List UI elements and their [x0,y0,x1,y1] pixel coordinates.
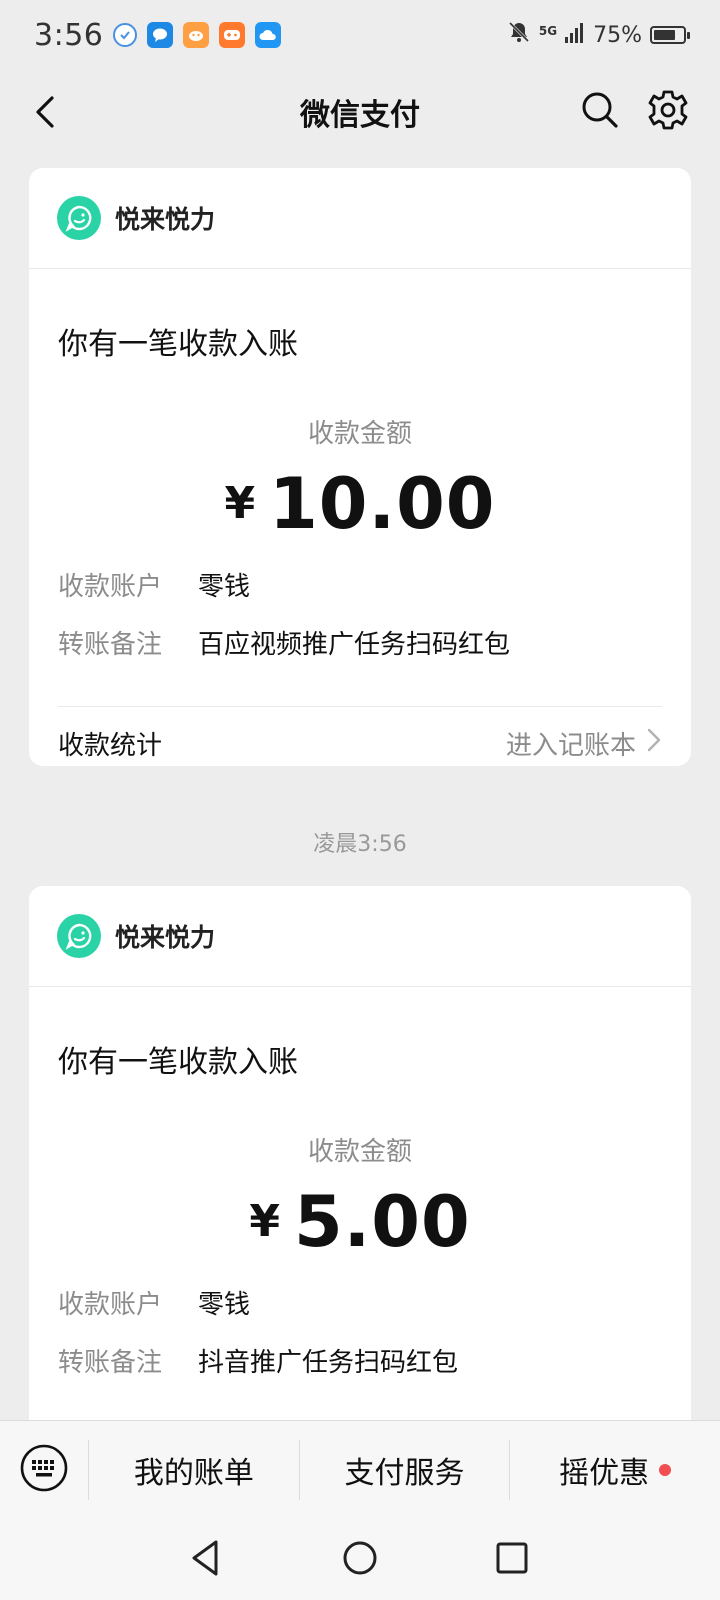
amount: ¥10.00 [58,462,662,546]
battery-icon [650,26,690,44]
tab-label: 我的账单 [133,1456,254,1491]
tab-payment-services[interactable]: 支付服务 [298,1440,510,1500]
account-label: 收款账户 [58,572,163,602]
tab-my-bills[interactable]: 我的账单 [88,1440,299,1500]
battery-percent: 75% [593,22,642,48]
back-arrow-icon[interactable] [28,92,68,132]
orange-app-icon [183,22,210,48]
remark-row: 转账备注 百应视频推广任务扫码红包 [58,628,662,662]
remark-row: 转账备注 抖音推广任务扫码红包 [58,1346,662,1380]
amount-label: 收款金额 [307,419,412,449]
nav-back-triangle-icon[interactable] [184,1536,228,1580]
chevron-right-icon [646,727,662,760]
merchant-logo-icon [57,196,101,240]
system-nav-bar [0,1518,720,1600]
keyboard-icon [19,1443,69,1497]
merchant-logo-icon [57,914,101,958]
status-right: 5G 75% [507,20,690,50]
battery-fill [654,30,675,40]
gear-icon[interactable] [646,88,690,132]
amount-value: 10.00 [269,463,496,545]
remark-label: 转账备注 [58,630,163,660]
card-header: 悦来悦力 [29,168,691,269]
ledger-link-label: 进入记账本 [505,730,636,761]
tab-label: 支付服务 [344,1456,465,1491]
account-value: 零钱 [198,572,251,602]
amount-label: 收款金额 [307,1137,412,1167]
signal-icon [565,21,585,49]
account-row: 收款账户 零钱 [58,570,662,604]
status-bar: 3:56 5G 75% [0,0,720,70]
ledger-link[interactable]: 进入记账本 [506,725,662,762]
remark-label: 转账备注 [58,1348,163,1378]
payment-card[interactable]: 悦来悦力 你有一笔收款入账 收款金额 ¥10.00 收款账户 零钱 转账备注 百… [29,168,691,766]
account-row: 收款账户 零钱 [58,1288,662,1322]
card-heading: 你有一笔收款入账 [58,327,298,362]
merchant-name: 悦来悦力 [115,923,216,952]
nav-home-circle-icon[interactable] [338,1536,382,1580]
tab-shake-deals[interactable]: 摇优惠 [509,1440,720,1500]
card-body: 你有一笔收款入账 收款金额 ¥5.00 收款账户 零钱 转账备注 抖音推广任务扫… [29,1037,691,1425]
card-heading: 你有一笔收款入账 [58,1045,298,1080]
currency-symbol: ¥ [249,1196,280,1247]
game-app-icon [219,22,246,48]
stats-row[interactable]: 收款统计 进入记账本 [58,707,662,766]
remark-value: 百应视频推广任务扫码红包 [198,630,511,660]
network-type: 5G [538,24,558,38]
account-label: 收款账户 [58,1290,163,1320]
merchant-name: 悦来悦力 [115,205,216,234]
keyboard-toggle-button[interactable] [0,1421,88,1519]
amount-value: 5.00 [293,1181,471,1263]
account-value: 零钱 [198,1290,251,1320]
status-left: 3:56 [34,17,282,53]
bottom-bar: 我的账单 支付服务 摇优惠 [0,1420,720,1519]
message-app-icon [147,22,174,48]
cloud-app-icon [255,22,282,48]
navbar: 微信支付 [0,70,720,154]
payment-card[interactable]: 悦来悦力 你有一笔收款入账 收款金额 ¥5.00 收款账户 零钱 转账备注 抖音… [29,886,691,1486]
remark-value: 抖音推广任务扫码红包 [198,1348,459,1378]
mute-bell-icon [507,20,531,50]
card-body: 你有一笔收款入账 收款金额 ¥10.00 收款账户 零钱 转账备注 百应视频推广… [29,319,691,766]
amount: ¥5.00 [58,1180,662,1264]
tab-label: 摇优惠 [559,1456,650,1491]
status-time: 3:56 [34,17,104,53]
card-header: 悦来悦力 [29,886,691,987]
search-icon[interactable] [578,88,622,132]
stats-label: 收款统计 [58,730,163,761]
nav-recents-square-icon[interactable] [490,1536,534,1580]
shield-app-icon [113,23,138,47]
notification-dot [659,1464,672,1476]
currency-symbol: ¥ [224,478,256,529]
page-title: 微信支付 [300,98,420,133]
time-divider: 凌晨3:56 [313,832,407,857]
